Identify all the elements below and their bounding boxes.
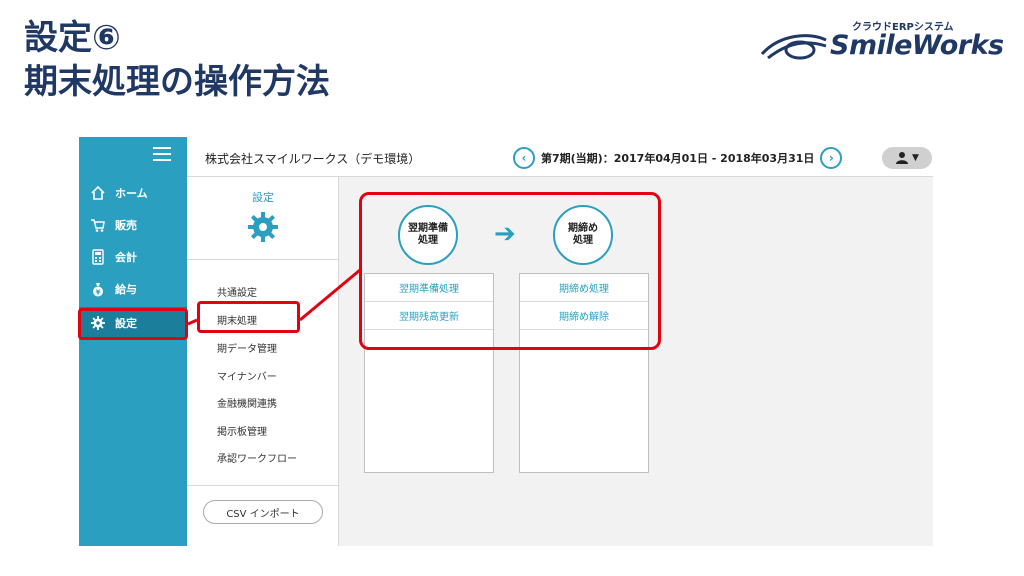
- connector-lines: [187, 268, 361, 326]
